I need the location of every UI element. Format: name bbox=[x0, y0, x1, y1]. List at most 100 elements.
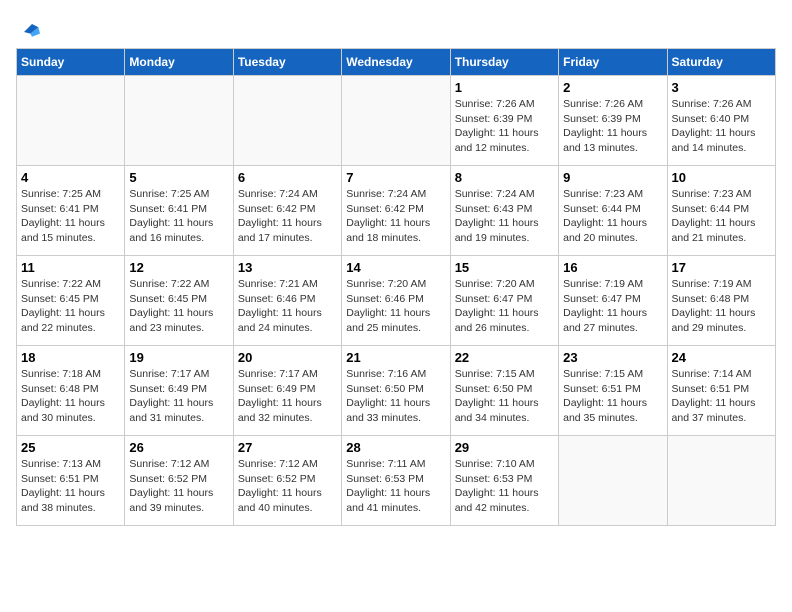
bird-icon bbox=[16, 16, 40, 40]
day-number: 5 bbox=[129, 170, 228, 185]
calendar-cell bbox=[667, 436, 775, 526]
day-info: Sunrise: 7:22 AM Sunset: 6:45 PM Dayligh… bbox=[129, 277, 228, 336]
weekday-header-wednesday: Wednesday bbox=[342, 49, 450, 76]
calendar-table: SundayMondayTuesdayWednesdayThursdayFrid… bbox=[16, 48, 776, 526]
calendar-body: 1 Sunrise: 7:26 AM Sunset: 6:39 PM Daylig… bbox=[17, 76, 776, 526]
day-number: 12 bbox=[129, 260, 228, 275]
day-info: Sunrise: 7:24 AM Sunset: 6:43 PM Dayligh… bbox=[455, 187, 554, 246]
day-info: Sunrise: 7:20 AM Sunset: 6:47 PM Dayligh… bbox=[455, 277, 554, 336]
calendar-cell: 23 Sunrise: 7:15 AM Sunset: 6:51 PM Dayli… bbox=[559, 346, 667, 436]
day-info: Sunrise: 7:17 AM Sunset: 6:49 PM Dayligh… bbox=[238, 367, 337, 426]
calendar-cell: 12 Sunrise: 7:22 AM Sunset: 6:45 PM Dayli… bbox=[125, 256, 233, 346]
day-number: 11 bbox=[21, 260, 120, 275]
calendar-week-row-1: 1 Sunrise: 7:26 AM Sunset: 6:39 PM Daylig… bbox=[17, 76, 776, 166]
day-number: 29 bbox=[455, 440, 554, 455]
day-number: 13 bbox=[238, 260, 337, 275]
day-number: 24 bbox=[672, 350, 771, 365]
day-info: Sunrise: 7:23 AM Sunset: 6:44 PM Dayligh… bbox=[672, 187, 771, 246]
calendar-cell: 29 Sunrise: 7:10 AM Sunset: 6:53 PM Dayli… bbox=[450, 436, 558, 526]
day-number: 14 bbox=[346, 260, 445, 275]
page-header bbox=[16, 16, 776, 40]
calendar-cell: 21 Sunrise: 7:16 AM Sunset: 6:50 PM Dayli… bbox=[342, 346, 450, 436]
calendar-cell: 20 Sunrise: 7:17 AM Sunset: 6:49 PM Dayli… bbox=[233, 346, 341, 436]
day-number: 15 bbox=[455, 260, 554, 275]
day-number: 10 bbox=[672, 170, 771, 185]
calendar-cell: 7Sunrise: 7:24 AM Sunset: 6:42 PM Daylig… bbox=[342, 166, 450, 256]
calendar-cell: 22 Sunrise: 7:15 AM Sunset: 6:50 PM Dayli… bbox=[450, 346, 558, 436]
day-number: 9 bbox=[563, 170, 662, 185]
calendar-cell: 3 Sunrise: 7:26 AM Sunset: 6:40 PM Daylig… bbox=[667, 76, 775, 166]
day-number: 4 bbox=[21, 170, 120, 185]
day-info: Sunrise: 7:18 AM Sunset: 6:48 PM Dayligh… bbox=[21, 367, 120, 426]
calendar-cell: 4 Sunrise: 7:25 AM Sunset: 6:41 PM Daylig… bbox=[17, 166, 125, 256]
day-info: Sunrise: 7:26 AM Sunset: 6:39 PM Dayligh… bbox=[563, 97, 662, 156]
day-info: Sunrise: 7:19 AM Sunset: 6:47 PM Dayligh… bbox=[563, 277, 662, 336]
calendar-header: SundayMondayTuesdayWednesdayThursdayFrid… bbox=[17, 49, 776, 76]
calendar-cell: 18 Sunrise: 7:18 AM Sunset: 6:48 PM Dayli… bbox=[17, 346, 125, 436]
calendar-cell: 16 Sunrise: 7:19 AM Sunset: 6:47 PM Dayli… bbox=[559, 256, 667, 346]
calendar-cell: 15 Sunrise: 7:20 AM Sunset: 6:47 PM Dayli… bbox=[450, 256, 558, 346]
calendar-cell: 8Sunrise: 7:24 AM Sunset: 6:43 PM Daylig… bbox=[450, 166, 558, 256]
calendar-cell: 14 Sunrise: 7:20 AM Sunset: 6:46 PM Dayli… bbox=[342, 256, 450, 346]
calendar-cell: 13 Sunrise: 7:21 AM Sunset: 6:46 PM Dayli… bbox=[233, 256, 341, 346]
day-info: Sunrise: 7:13 AM Sunset: 6:51 PM Dayligh… bbox=[21, 457, 120, 516]
day-info: Sunrise: 7:26 AM Sunset: 6:40 PM Dayligh… bbox=[672, 97, 771, 156]
day-info: Sunrise: 7:22 AM Sunset: 6:45 PM Dayligh… bbox=[21, 277, 120, 336]
day-info: Sunrise: 7:20 AM Sunset: 6:46 PM Dayligh… bbox=[346, 277, 445, 336]
day-number: 3 bbox=[672, 80, 771, 95]
day-number: 26 bbox=[129, 440, 228, 455]
calendar-cell: 26 Sunrise: 7:12 AM Sunset: 6:52 PM Dayli… bbox=[125, 436, 233, 526]
calendar-cell: 5 Sunrise: 7:25 AM Sunset: 6:41 PM Daylig… bbox=[125, 166, 233, 256]
calendar-cell bbox=[125, 76, 233, 166]
day-info: Sunrise: 7:24 AM Sunset: 6:42 PM Dayligh… bbox=[238, 187, 337, 246]
weekday-header-sunday: Sunday bbox=[17, 49, 125, 76]
day-number: 28 bbox=[346, 440, 445, 455]
calendar-week-row-3: 11 Sunrise: 7:22 AM Sunset: 6:45 PM Dayli… bbox=[17, 256, 776, 346]
day-info: Sunrise: 7:21 AM Sunset: 6:46 PM Dayligh… bbox=[238, 277, 337, 336]
day-number: 20 bbox=[238, 350, 337, 365]
calendar-cell bbox=[233, 76, 341, 166]
day-info: Sunrise: 7:10 AM Sunset: 6:53 PM Dayligh… bbox=[455, 457, 554, 516]
day-number: 22 bbox=[455, 350, 554, 365]
calendar-cell: 1Sunrise: 7:26 AM Sunset: 6:39 PM Daylig… bbox=[450, 76, 558, 166]
weekday-header-monday: Monday bbox=[125, 49, 233, 76]
day-info: Sunrise: 7:15 AM Sunset: 6:51 PM Dayligh… bbox=[563, 367, 662, 426]
calendar-cell bbox=[559, 436, 667, 526]
calendar-cell: 17 Sunrise: 7:19 AM Sunset: 6:48 PM Dayli… bbox=[667, 256, 775, 346]
day-number: 1 bbox=[455, 80, 554, 95]
day-info: Sunrise: 7:25 AM Sunset: 6:41 PM Dayligh… bbox=[21, 187, 120, 246]
day-number: 27 bbox=[238, 440, 337, 455]
weekday-header-row: SundayMondayTuesdayWednesdayThursdayFrid… bbox=[17, 49, 776, 76]
day-info: Sunrise: 7:16 AM Sunset: 6:50 PM Dayligh… bbox=[346, 367, 445, 426]
day-number: 16 bbox=[563, 260, 662, 275]
day-number: 17 bbox=[672, 260, 771, 275]
day-number: 19 bbox=[129, 350, 228, 365]
day-info: Sunrise: 7:15 AM Sunset: 6:50 PM Dayligh… bbox=[455, 367, 554, 426]
day-info: Sunrise: 7:25 AM Sunset: 6:41 PM Dayligh… bbox=[129, 187, 228, 246]
calendar-cell: 27 Sunrise: 7:12 AM Sunset: 6:52 PM Dayli… bbox=[233, 436, 341, 526]
day-number: 6 bbox=[238, 170, 337, 185]
calendar-cell: 28Sunrise: 7:11 AM Sunset: 6:53 PM Dayli… bbox=[342, 436, 450, 526]
calendar-cell: 2 Sunrise: 7:26 AM Sunset: 6:39 PM Daylig… bbox=[559, 76, 667, 166]
day-number: 18 bbox=[21, 350, 120, 365]
calendar-cell: 6 Sunrise: 7:24 AM Sunset: 6:42 PM Daylig… bbox=[233, 166, 341, 256]
calendar-cell bbox=[342, 76, 450, 166]
logo[interactable] bbox=[16, 16, 44, 40]
calendar-cell bbox=[17, 76, 125, 166]
day-number: 25 bbox=[21, 440, 120, 455]
day-info: Sunrise: 7:24 AM Sunset: 6:42 PM Dayligh… bbox=[346, 187, 445, 246]
day-number: 2 bbox=[563, 80, 662, 95]
day-number: 21 bbox=[346, 350, 445, 365]
day-info: Sunrise: 7:23 AM Sunset: 6:44 PM Dayligh… bbox=[563, 187, 662, 246]
calendar-cell: 25 Sunrise: 7:13 AM Sunset: 6:51 PM Dayli… bbox=[17, 436, 125, 526]
day-info: Sunrise: 7:19 AM Sunset: 6:48 PM Dayligh… bbox=[672, 277, 771, 336]
calendar-week-row-2: 4 Sunrise: 7:25 AM Sunset: 6:41 PM Daylig… bbox=[17, 166, 776, 256]
day-number: 23 bbox=[563, 350, 662, 365]
weekday-header-saturday: Saturday bbox=[667, 49, 775, 76]
day-info: Sunrise: 7:17 AM Sunset: 6:49 PM Dayligh… bbox=[129, 367, 228, 426]
calendar-cell: 10 Sunrise: 7:23 AM Sunset: 6:44 PM Dayli… bbox=[667, 166, 775, 256]
day-info: Sunrise: 7:14 AM Sunset: 6:51 PM Dayligh… bbox=[672, 367, 771, 426]
calendar-cell: 9 Sunrise: 7:23 AM Sunset: 6:44 PM Daylig… bbox=[559, 166, 667, 256]
day-info: Sunrise: 7:12 AM Sunset: 6:52 PM Dayligh… bbox=[238, 457, 337, 516]
day-info: Sunrise: 7:12 AM Sunset: 6:52 PM Dayligh… bbox=[129, 457, 228, 516]
